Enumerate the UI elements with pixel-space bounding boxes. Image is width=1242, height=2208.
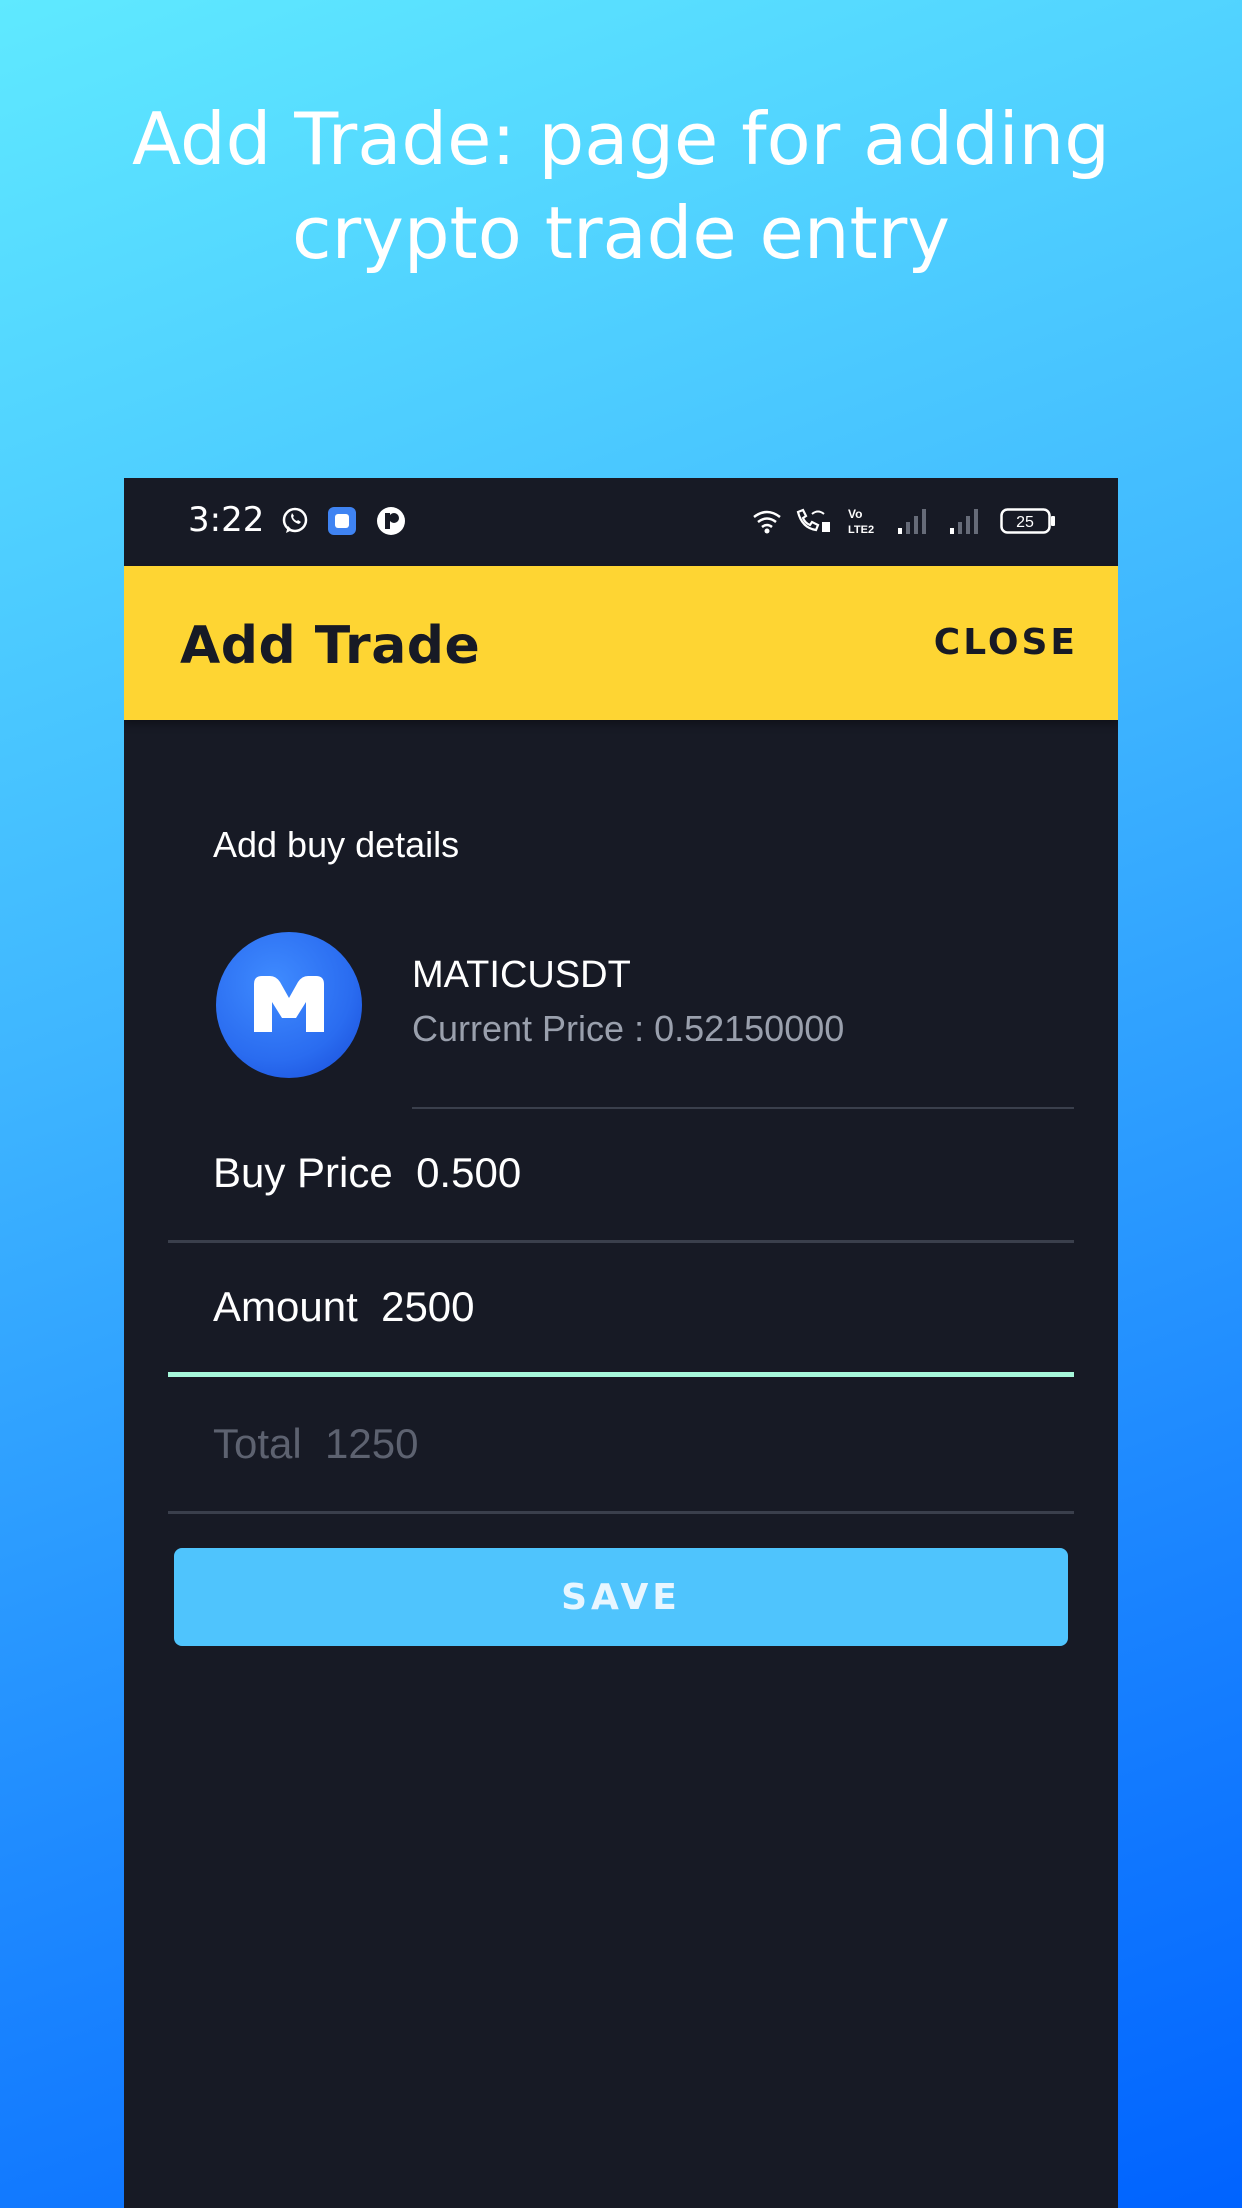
svg-text:Vo: Vo: [848, 507, 862, 521]
field-underline-active: [168, 1372, 1074, 1377]
app-icon-2: [377, 507, 405, 535]
battery-level: 25: [1016, 514, 1034, 531]
wifi-calling-icon: [796, 508, 830, 532]
app-bar: Add Trade CLOSE: [124, 566, 1118, 720]
battery-icon: 25: [1000, 508, 1055, 534]
signal-icon-2: [950, 509, 978, 534]
field-underline: [168, 1511, 1074, 1514]
whatsapp-icon: [282, 507, 308, 533]
promo-title: Add Trade: page for adding crypto trade …: [131, 97, 1110, 275]
amount-input[interactable]: Amount 2500: [213, 1283, 475, 1331]
wifi-icon: [753, 510, 781, 534]
buy-price-field[interactable]: Buy Price 0.500: [168, 1109, 1074, 1243]
volte-icon: Vo LTE2: [848, 507, 874, 536]
section-label: Add buy details: [213, 824, 460, 865]
phone-screen: 3:22 Vo LTE2 25 Add Trade CLOSE Add buy …: [124, 478, 1118, 2208]
amount-field[interactable]: Amount 2500: [168, 1243, 1074, 1377]
total-value: Total 1250: [213, 1420, 419, 1467]
coin-symbol: MATICUSDT: [412, 954, 631, 996]
app-icon: [328, 507, 356, 535]
buy-price-input[interactable]: Buy Price 0.500: [213, 1149, 521, 1197]
polygon-matic-icon: [216, 932, 362, 1078]
total-field: Total 1250: [168, 1380, 1074, 1514]
svg-text:LTE2: LTE2: [848, 524, 874, 536]
close-button[interactable]: CLOSE: [934, 622, 1078, 663]
coin-current-price: Current Price : 0.52150000: [412, 1008, 845, 1049]
status-time: 3:22: [188, 500, 265, 540]
save-button[interactable]: SAVE: [174, 1548, 1068, 1646]
status-bar: 3:22 Vo LTE2 25: [124, 478, 1118, 566]
page-title: Add Trade: [180, 616, 481, 676]
signal-icon: [898, 509, 926, 534]
